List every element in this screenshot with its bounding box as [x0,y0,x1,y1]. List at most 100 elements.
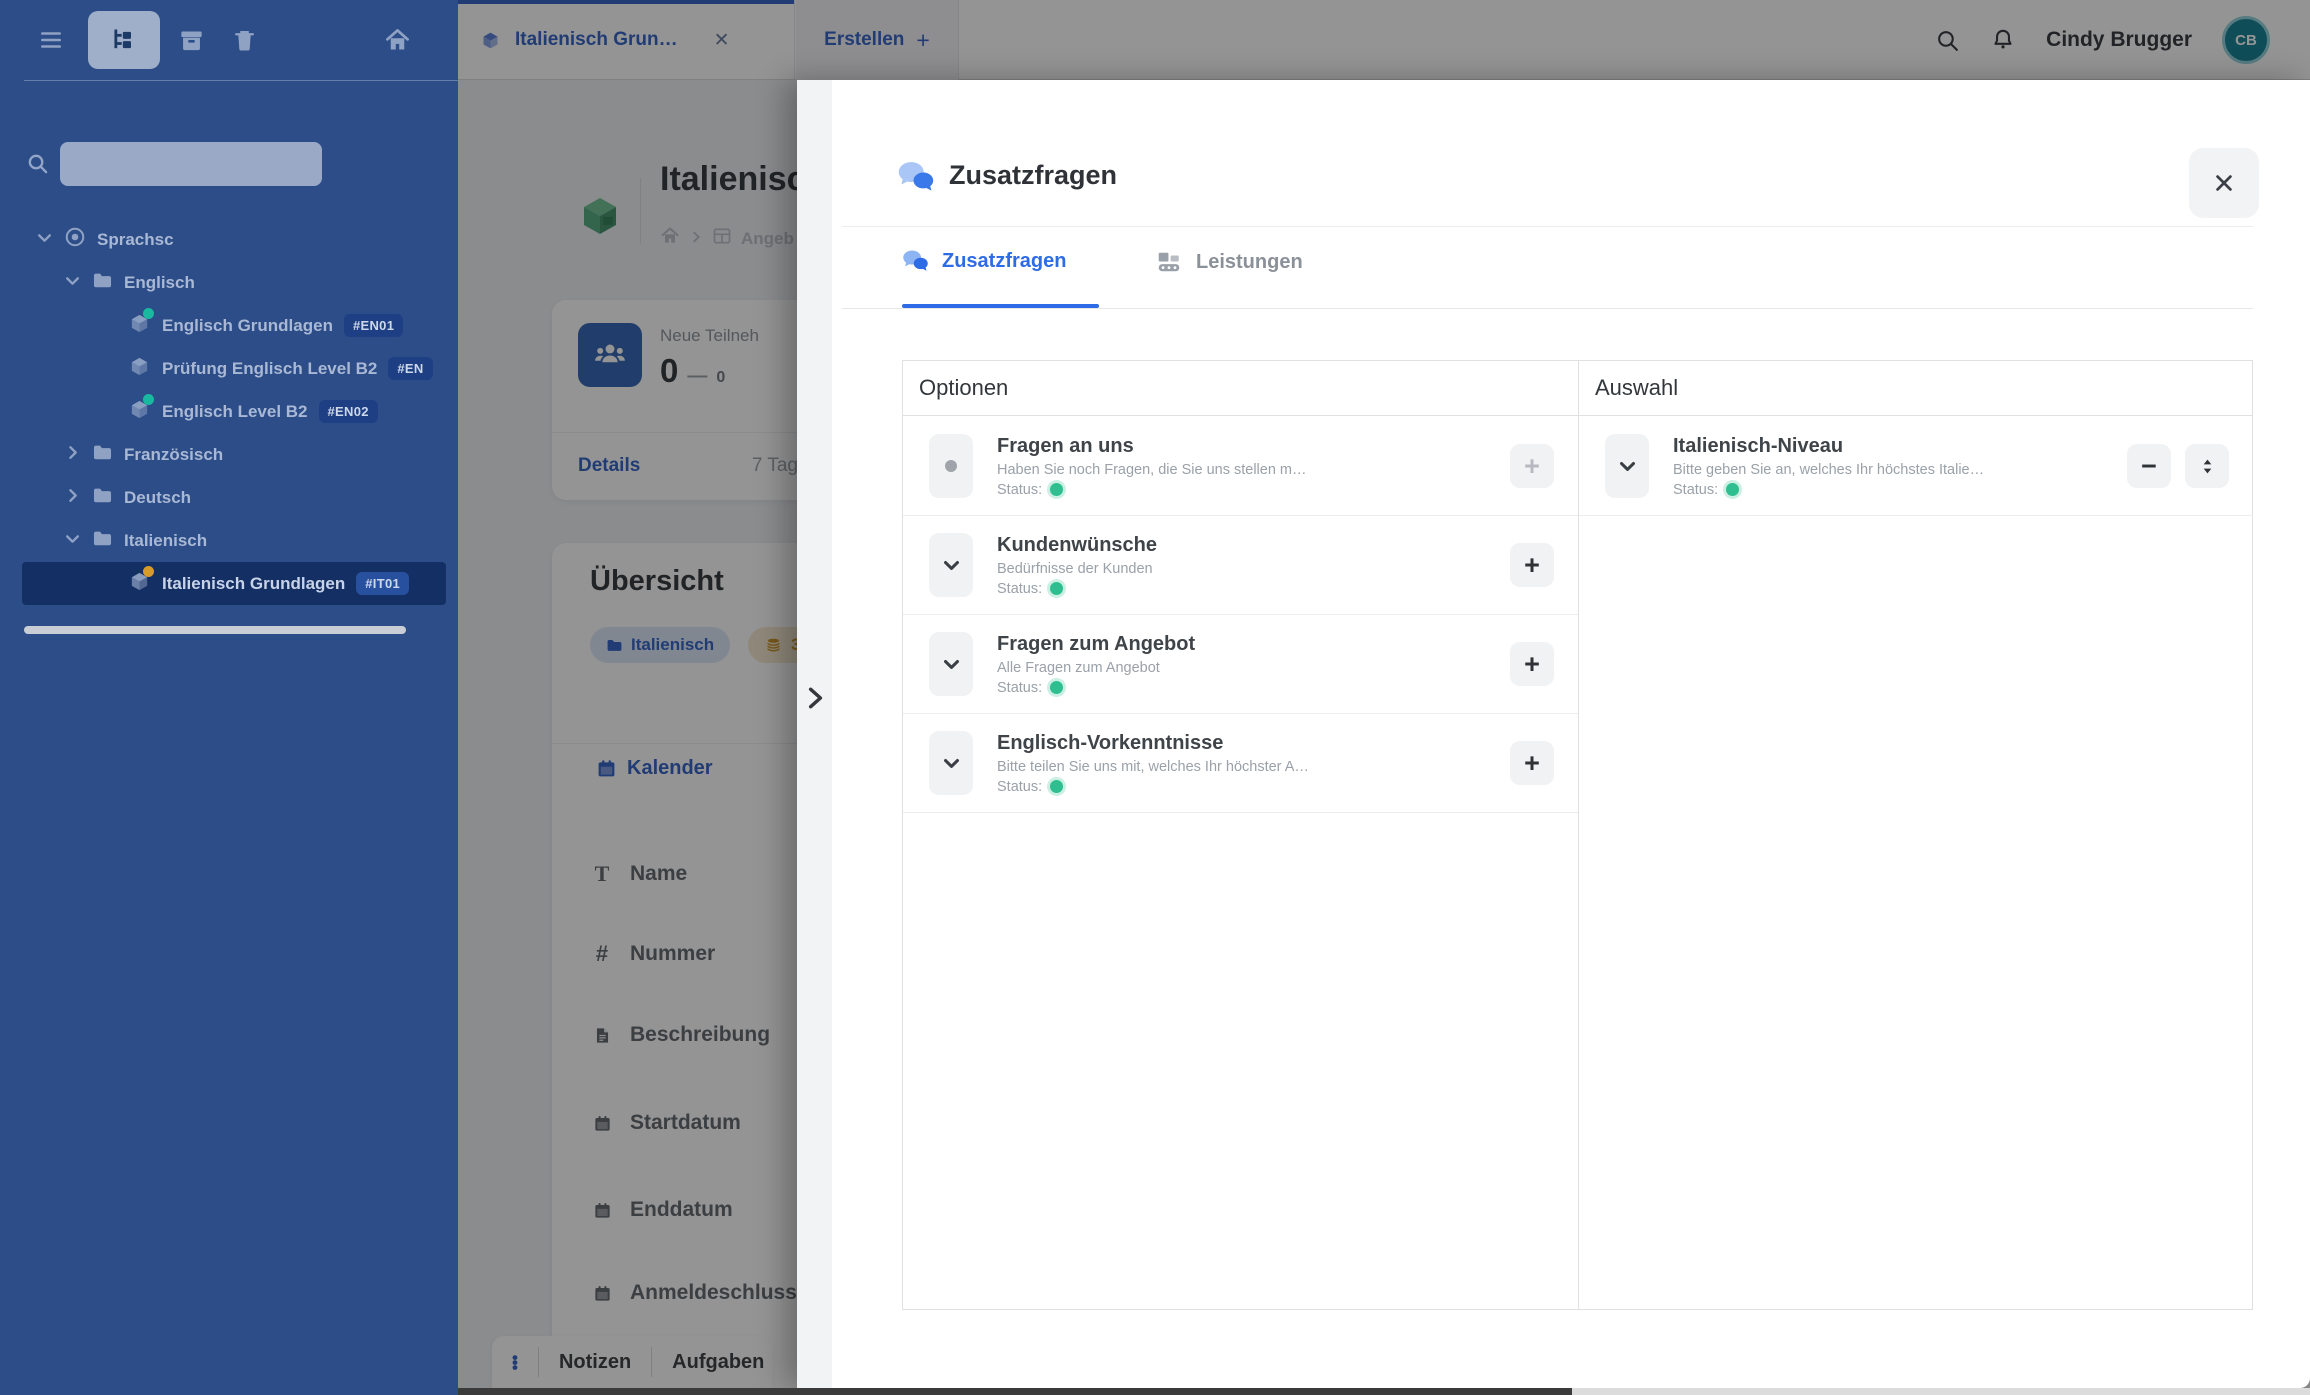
tree-leaf-englisch-grundlagen[interactable]: Englisch Grundlagen #EN01 [0,304,458,347]
collapse-drawer-icon[interactable] [798,678,832,718]
option-row-kundenwuensche[interactable]: Kundenwünsche Bedürfnisse der Kunden Sta… [903,516,1578,615]
option-row-fragen-an-uns[interactable]: Fragen an uns Haben Sie noch Fragen, die… [903,417,1578,516]
tree-search-input[interactable] [60,142,322,186]
selection-row-italienisch-niveau[interactable]: Italienisch-Niveau Bitte geben Sie an, w… [1579,417,2253,516]
tree-view-button[interactable] [88,11,160,69]
search-icon [26,152,49,180]
selection-title: Italienisch-Niveau [1673,435,1984,458]
close-icon [2213,172,2235,194]
sidebar-divider [24,80,458,81]
tree-node-label: Englisch [124,273,195,293]
chat-bubbles-icon [897,160,935,199]
course-code-badge: #EN [388,357,432,380]
option-type-button[interactable] [929,434,973,498]
reorder-selection-button[interactable] [2185,444,2229,488]
close-drawer-button[interactable] [2189,148,2259,218]
sort-arrows-icon [2199,458,2216,475]
expand-selection-button[interactable] [1605,434,1649,498]
tree-leaf-label: Prüfung Englisch Level B2 [162,359,377,379]
option-subtitle: Bitte teilen Sie uns mit, welches Ihr hö… [997,759,1309,775]
chevron-down-icon[interactable] [64,272,81,294]
app-window: Sprachsc Englisch Englisch Grundlagen #E… [0,0,2310,1395]
tab-zusatzfragen[interactable]: Zusatzfragen [902,249,1066,273]
status-label: Status: [997,680,1042,696]
add-option-button[interactable]: + [1510,543,1554,587]
option-title: Fragen zum Angebot [997,633,1195,656]
status-label: Status: [997,779,1042,795]
folder-icon [92,485,113,511]
chat-bubbles-icon [902,249,929,273]
status-dot-amber [143,566,154,577]
status-dot-green [1050,582,1063,595]
chevron-right-icon[interactable] [64,444,81,466]
home-icon[interactable] [384,27,411,54]
expand-option-button[interactable] [929,533,973,597]
tree-node-franzoesisch[interactable]: Französisch [0,433,458,476]
status-dot-green [1726,483,1739,496]
status-dot-teal [143,308,154,319]
add-option-button[interactable]: + [1510,741,1554,785]
chevron-right-icon[interactable] [64,487,81,509]
archive-icon[interactable] [178,27,205,54]
option-row-englisch-vorkenntnisse[interactable]: Englisch-Vorkenntnisse Bitte teilen Sie … [903,714,1578,813]
options-selection-panel: Optionen Auswahl Fragen an uns Haben Sie… [902,360,2253,1310]
status-dot-teal [143,394,154,405]
menu-icon[interactable] [38,27,64,53]
bottom-scrollbar-thumb[interactable] [458,1388,1572,1395]
trash-icon[interactable] [232,28,257,53]
selection-texts: Italienisch-Niveau Bitte geben Sie an, w… [1673,435,1984,498]
expand-option-button[interactable] [929,632,973,696]
option-texts: Kundenwünsche Bedürfnisse der Kunden Sta… [997,534,1157,597]
option-texts: Fragen an uns Haben Sie noch Fragen, die… [997,435,1307,498]
cube-icon [128,355,151,383]
tree-leaf-pruefung-englisch[interactable]: Prüfung Englisch Level B2 #EN [0,347,458,390]
chevron-down-icon [1618,457,1637,476]
tab-label: Zusatzfragen [942,250,1066,273]
conveyor-icon [1155,249,1183,275]
chevron-down-icon[interactable] [64,530,81,552]
folder-icon [92,270,113,296]
cube-icon [128,570,151,598]
option-title: Fragen an uns [997,435,1307,458]
status-dot-green [1050,681,1063,694]
drawer-tabs: Zusatzfragen Leistungen [797,227,2310,308]
expand-option-button[interactable] [929,731,973,795]
options-column-header: Optionen [903,361,1578,416]
chevron-down-icon[interactable] [36,229,53,251]
selection-actions: − [2127,444,2229,488]
option-subtitle: Bedürfnisse der Kunden [997,561,1157,577]
tab-leistungen[interactable]: Leistungen [1155,249,1303,275]
zusatzfragen-drawer: Zusatzfragen Zusatzfragen Leistungen Opt… [797,80,2310,1388]
option-title: Englisch-Vorkenntnisse [997,732,1309,755]
add-option-button[interactable]: + [1510,444,1554,488]
chevron-down-icon [942,556,961,575]
course-code-badge: #EN02 [319,400,378,423]
option-row-fragen-zum-angebot[interactable]: Fragen zum Angebot Alle Fragen zum Angeb… [903,615,1578,714]
tree-node-deutsch[interactable]: Deutsch [0,476,458,519]
selection-list: Italienisch-Niveau Bitte geben Sie an, w… [1579,417,2253,1309]
remove-selection-button[interactable]: − [2127,444,2171,488]
course-code-badge: #IT01 [356,572,409,595]
option-subtitle: Haben Sie noch Fragen, die Sie uns stell… [997,462,1307,478]
tree-node-englisch[interactable]: Englisch [0,261,458,304]
chevron-down-icon [942,655,961,674]
tab-label: Leistungen [1196,251,1303,274]
tree-icon [110,26,138,54]
tree-leaf-englisch-level-b2[interactable]: Englisch Level B2 #EN02 [0,390,458,433]
tree-node-root[interactable]: Sprachsc [0,218,458,261]
status-label: Status: [997,581,1042,597]
add-option-button[interactable]: + [1510,642,1554,686]
tree-node-italienisch[interactable]: Italienisch [0,519,458,562]
option-texts: Englisch-Vorkenntnisse Bitte teilen Sie … [997,732,1309,795]
drawer-title: Zusatzfragen [949,160,1117,191]
selection-column-header: Auswahl [1579,361,2253,416]
cube-icon [128,312,151,340]
status-label: Status: [1673,482,1718,498]
sidebar-search [0,140,458,188]
tree-leaf-label: Italienisch Grundlagen [162,574,345,594]
status-label: Status: [997,482,1042,498]
status-dot-green [1050,780,1063,793]
bottom-scrollbar-track [1572,1388,2310,1395]
tree-leaf-italienisch-grundlagen-selected[interactable]: Italienisch Grundlagen #IT01 [22,562,446,605]
tree-horizontal-scrollbar[interactable] [24,626,406,634]
